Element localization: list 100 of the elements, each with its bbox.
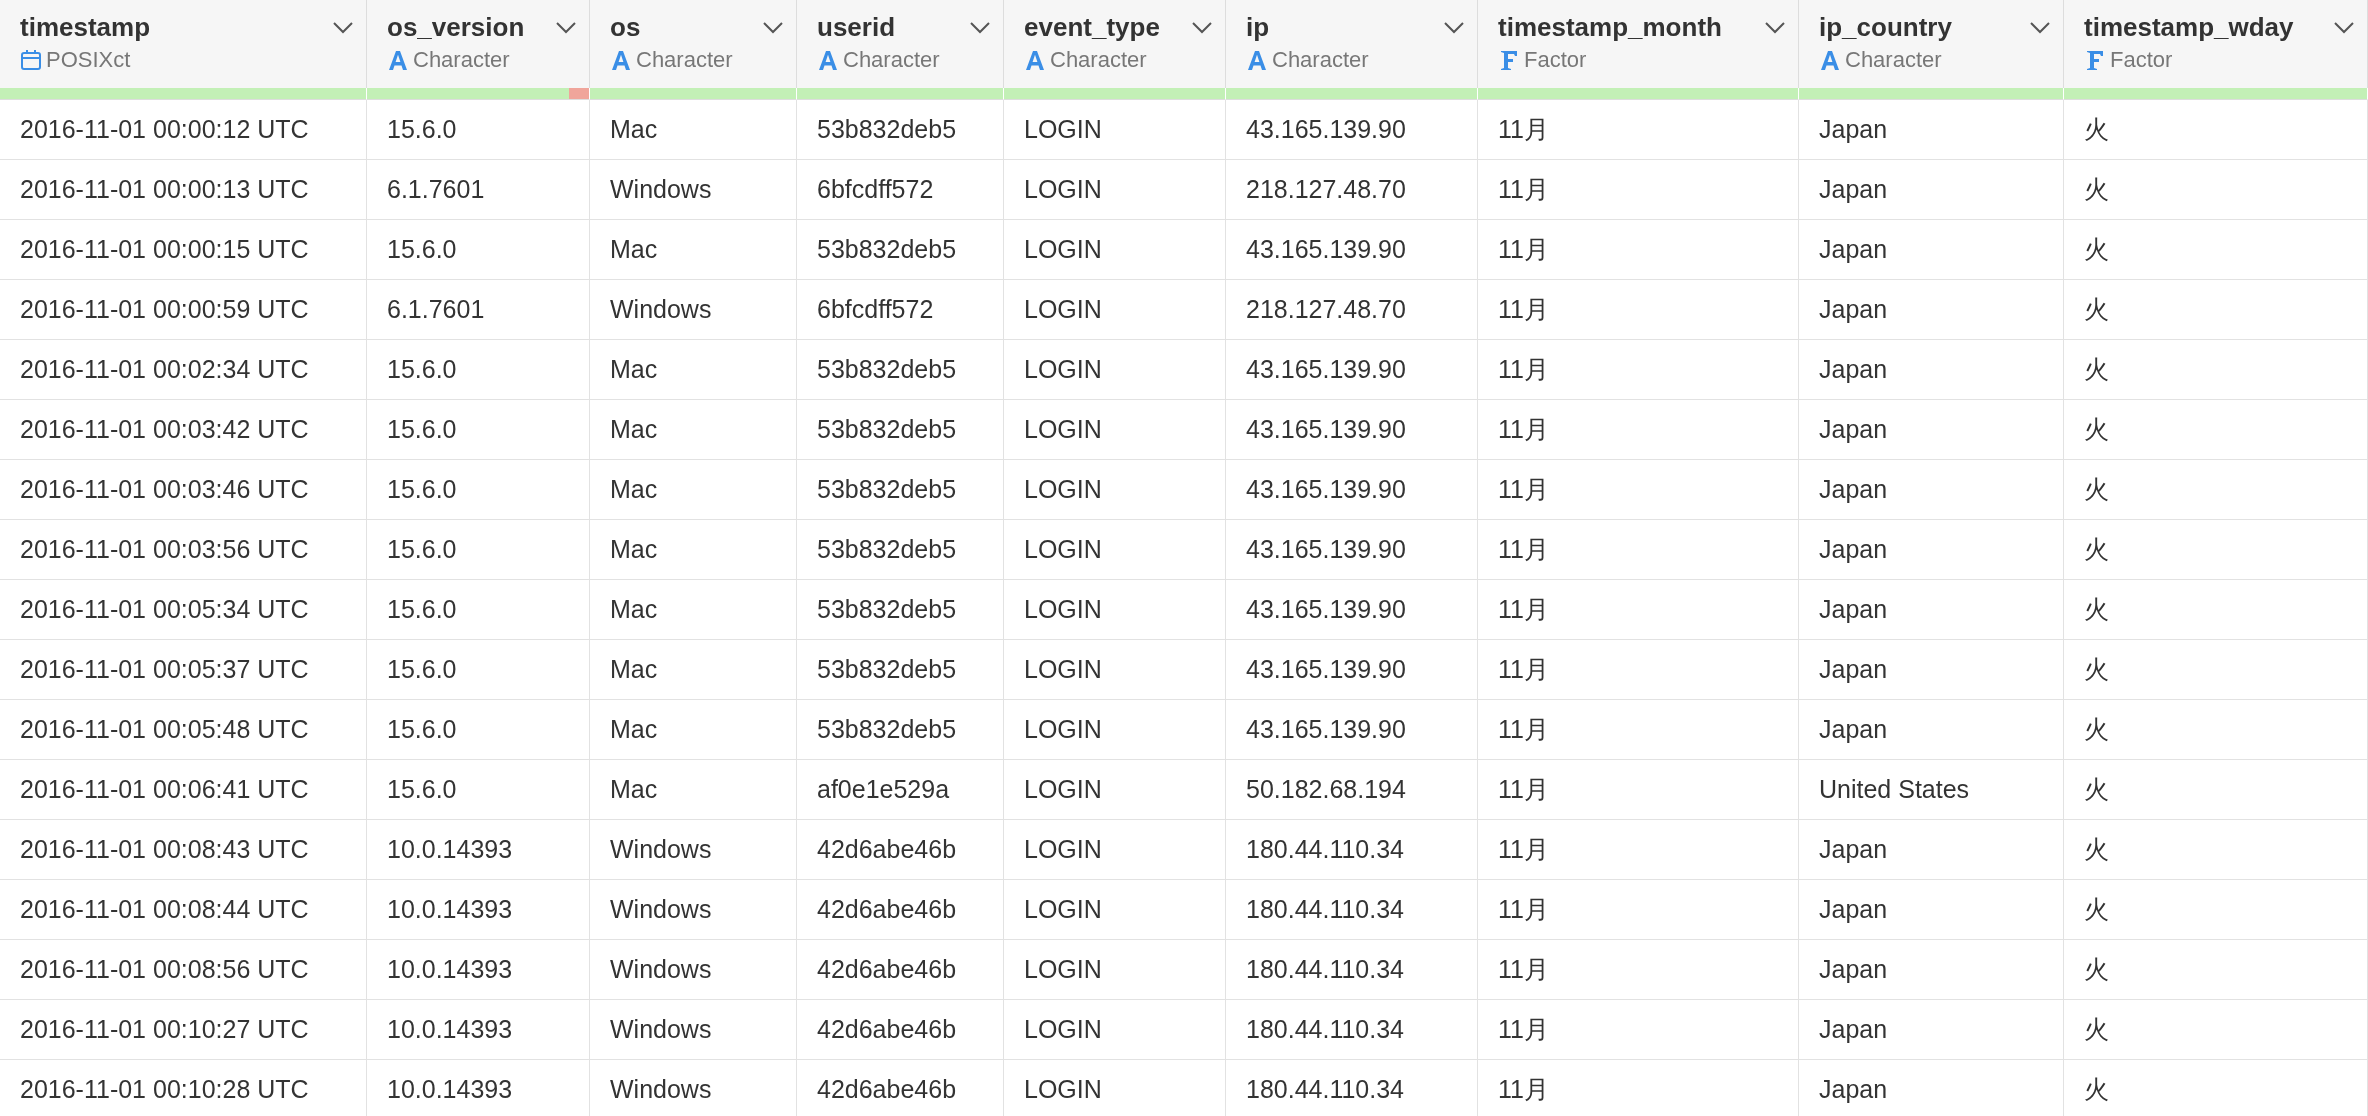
chevron-down-icon[interactable] xyxy=(1764,20,1786,35)
chevron-down-icon[interactable] xyxy=(762,20,784,35)
column-header[interactable]: ip_country Character xyxy=(1799,0,2064,88)
table-cell: 2016-11-01 00:05:48 UTC xyxy=(0,700,367,760)
column-header[interactable]: os_version Character xyxy=(367,0,590,88)
table-cell: 6.1.7601 xyxy=(367,160,590,220)
table-cell: Windows xyxy=(590,820,797,880)
table-cell: Japan xyxy=(1799,400,2064,460)
table-cell: Japan xyxy=(1799,520,2064,580)
table-cell: Windows xyxy=(590,160,797,220)
table-cell: 6bfcdff572 xyxy=(797,160,1004,220)
table-cell: Japan xyxy=(1799,940,2064,1000)
table-cell: 42d6abe46b xyxy=(797,820,1004,880)
table-cell: Mac xyxy=(590,580,797,640)
table-cell: 42d6abe46b xyxy=(797,940,1004,1000)
column-type: Character xyxy=(1272,47,1369,73)
chevron-down-icon[interactable] xyxy=(2333,20,2355,35)
column-name: event_type xyxy=(1024,12,1160,43)
table-cell: 15.6.0 xyxy=(367,580,590,640)
table-cell: 53b832deb5 xyxy=(797,520,1004,580)
table-cell: 11月 xyxy=(1478,220,1799,280)
table-cell: Mac xyxy=(590,100,797,160)
table-cell: 43.165.139.90 xyxy=(1226,400,1478,460)
table-cell: Mac xyxy=(590,460,797,520)
table-cell: 10.0.14393 xyxy=(367,880,590,940)
table-cell: 11月 xyxy=(1478,520,1799,580)
table-cell: 火 xyxy=(2064,340,2368,400)
table-cell: 42d6abe46b xyxy=(797,1000,1004,1060)
table-cell: 50.182.68.194 xyxy=(1226,760,1478,820)
table-cell: LOGIN xyxy=(1004,280,1226,340)
table-cell: 15.6.0 xyxy=(367,520,590,580)
table-cell: 火 xyxy=(2064,400,2368,460)
table-cell: 11月 xyxy=(1478,100,1799,160)
table-cell: LOGIN xyxy=(1004,100,1226,160)
table-cell: 11月 xyxy=(1478,700,1799,760)
column-header[interactable]: os Character xyxy=(590,0,797,88)
table-cell: 6.1.7601 xyxy=(367,280,590,340)
table-cell: 火 xyxy=(2064,880,2368,940)
column-header[interactable]: timestamp POSIXct xyxy=(0,0,367,88)
letter-a-icon xyxy=(817,49,839,71)
column-name: ip xyxy=(1246,12,1270,43)
table-cell: 11月 xyxy=(1478,340,1799,400)
calendar-icon xyxy=(20,49,42,71)
table-cell: 43.165.139.90 xyxy=(1226,220,1478,280)
table-cell: 11月 xyxy=(1478,1000,1799,1060)
table-cell: 2016-11-01 00:03:56 UTC xyxy=(0,520,367,580)
chevron-down-icon[interactable] xyxy=(1443,20,1465,35)
chevron-down-icon[interactable] xyxy=(555,20,577,35)
column-type: Factor xyxy=(1524,47,1587,73)
letter-a-icon xyxy=(1819,49,1841,71)
table-cell: 43.165.139.90 xyxy=(1226,520,1478,580)
column-header[interactable]: timestamp_month Factor xyxy=(1478,0,1799,88)
table-cell: Mac xyxy=(590,700,797,760)
table-cell: 53b832deb5 xyxy=(797,580,1004,640)
table-cell: LOGIN xyxy=(1004,220,1226,280)
table-cell: Mac xyxy=(590,340,797,400)
table-cell: 180.44.110.34 xyxy=(1226,1000,1478,1060)
table-cell: 53b832deb5 xyxy=(797,640,1004,700)
table-cell: 11月 xyxy=(1478,820,1799,880)
letter-a-icon xyxy=(1246,49,1268,71)
table-cell: Japan xyxy=(1799,220,2064,280)
table-cell: Japan xyxy=(1799,880,2064,940)
column-header[interactable]: timestamp_wday Factor xyxy=(2064,0,2368,88)
column-name: os xyxy=(610,12,641,43)
column-header[interactable]: ip Character xyxy=(1226,0,1478,88)
table-cell: 11月 xyxy=(1478,160,1799,220)
table-cell: 15.6.0 xyxy=(367,340,590,400)
table-cell: 43.165.139.90 xyxy=(1226,640,1478,700)
letter-a-icon xyxy=(387,49,409,71)
table-cell: LOGIN xyxy=(1004,340,1226,400)
chevron-down-icon[interactable] xyxy=(332,20,354,35)
table-cell: 11月 xyxy=(1478,760,1799,820)
chevron-down-icon[interactable] xyxy=(1191,20,1213,35)
column-header[interactable]: userid Character xyxy=(797,0,1004,88)
table-cell: LOGIN xyxy=(1004,580,1226,640)
table-cell: 2016-11-01 00:10:28 UTC xyxy=(0,1060,367,1116)
column-header[interactable]: event_type Character xyxy=(1004,0,1226,88)
table-cell: 15.6.0 xyxy=(367,220,590,280)
table-cell: 2016-11-01 00:06:41 UTC xyxy=(0,760,367,820)
table-cell: 火 xyxy=(2064,940,2368,1000)
table-cell: 43.165.139.90 xyxy=(1226,340,1478,400)
table-cell: 火 xyxy=(2064,100,2368,160)
table-cell: 火 xyxy=(2064,220,2368,280)
chevron-down-icon[interactable] xyxy=(2029,20,2051,35)
table-cell: LOGIN xyxy=(1004,400,1226,460)
table-cell: 火 xyxy=(2064,760,2368,820)
table-cell: Mac xyxy=(590,640,797,700)
table-cell: 火 xyxy=(2064,640,2368,700)
table-cell: 10.0.14393 xyxy=(367,1000,590,1060)
table-cell: Windows xyxy=(590,940,797,1000)
column-name: timestamp_month xyxy=(1498,12,1722,43)
table-cell: Japan xyxy=(1799,580,2064,640)
column-type: POSIXct xyxy=(46,47,131,73)
table-cell: 2016-11-01 00:00:13 UTC xyxy=(0,160,367,220)
table-cell: Mac xyxy=(590,400,797,460)
table-cell: 11月 xyxy=(1478,640,1799,700)
table-cell: 42d6abe46b xyxy=(797,880,1004,940)
table-cell: Windows xyxy=(590,880,797,940)
chevron-down-icon[interactable] xyxy=(969,20,991,35)
table-cell: 2016-11-01 00:08:43 UTC xyxy=(0,820,367,880)
